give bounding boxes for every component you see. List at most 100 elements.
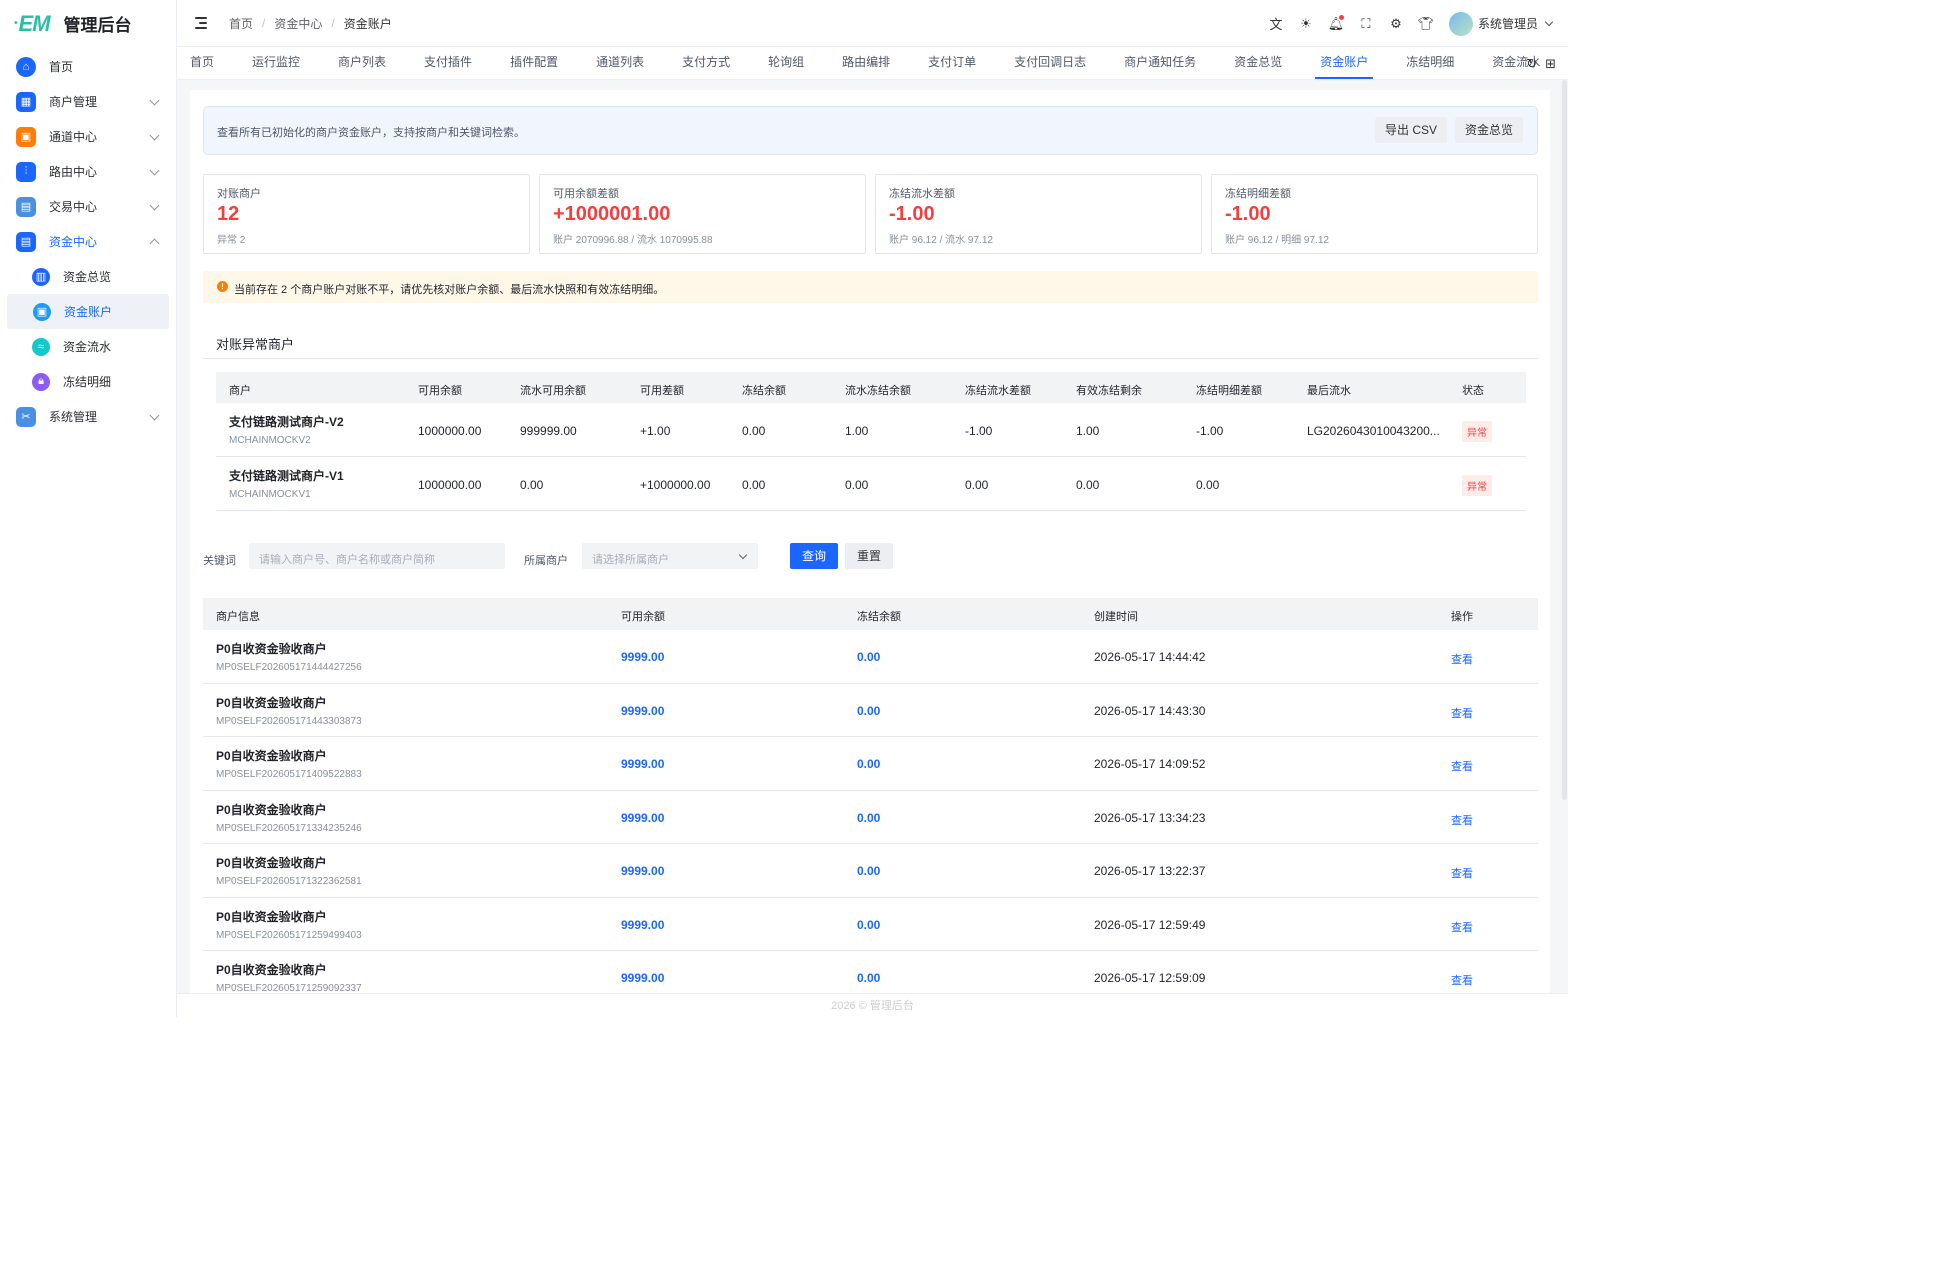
sidebar-item-fund[interactable]: ▤ 资金中心 <box>0 224 176 259</box>
column-header: 流水可用余额 <box>520 385 586 397</box>
sidebar-item-trade[interactable]: ▤ 交易中心 <box>0 189 176 224</box>
stat-sub: 账户 2070996.88 / 流水 1070995.88 <box>553 235 713 246</box>
fullscreen-icon[interactable]: ⛶ <box>1351 9 1381 39</box>
warning-text: 当前存在 2 个商户账户对账不平，请优先核对账户余额、最后流水快照和有效冻结明细… <box>234 284 665 296</box>
vertical-scrollbar[interactable] <box>1562 80 1567 800</box>
table-row: P0自收资金验收商户 MP0SELF202605171259499403 999… <box>203 898 1538 951</box>
stat-label: 冻结明细差额 <box>1225 188 1291 200</box>
breadcrumb: 首页 / 资金中心 / 资金账户 <box>229 15 392 32</box>
tab-notify-task[interactable]: 商户通知任务 <box>1124 46 1196 79</box>
cell: 0.00 <box>845 478 869 492</box>
sidebar-item-route[interactable]: ⫶ 路由中心 <box>0 154 176 189</box>
query-button[interactable]: 查询 <box>790 543 838 569</box>
keyword-label: 关键词 <box>203 555 236 567</box>
cell: 1000000.00 <box>418 478 482 492</box>
view-link[interactable]: 查看 <box>1451 758 1473 774</box>
user-name[interactable]: 系统管理员 <box>1478 15 1538 32</box>
account-icon: ▣ <box>33 302 51 321</box>
content-card: 查看所有已初始化的商户资金账户，支持按商户和关键词检索。 导出 CSV 资金总览… <box>190 90 1550 993</box>
column-header: 操作 <box>1451 611 1473 623</box>
chevron-up-icon <box>149 238 160 249</box>
tab-pay-plugin[interactable]: 支付插件 <box>424 46 472 79</box>
tab-channel-list[interactable]: 通道列表 <box>596 46 644 79</box>
merchant-name: P0自收资金验收商户 <box>216 856 327 870</box>
merchant-code: MCHAINMOCKV1 <box>229 489 311 500</box>
stat-sub: 异常 2 <box>217 235 246 246</box>
reset-button[interactable]: 重置 <box>845 543 893 569</box>
created-time: 2026-05-17 14:09:52 <box>1094 757 1206 771</box>
tab-callback-log[interactable]: 支付回调日志 <box>1014 46 1086 79</box>
sidebar-item-merchant[interactable]: ▦ 商户管理 <box>0 84 176 119</box>
sidebar-item-system[interactable]: ✂ 系统管理 <box>0 399 176 434</box>
sidebar-item-channel[interactable]: ▣ 通道中心 <box>0 119 176 154</box>
view-link[interactable]: 查看 <box>1451 651 1473 667</box>
view-link[interactable]: 查看 <box>1451 865 1473 881</box>
view-link[interactable]: 查看 <box>1451 812 1473 828</box>
bell-icon[interactable]: 🔔︎ <box>1321 9 1351 39</box>
breadcrumb-item[interactable]: 资金中心 <box>274 15 322 32</box>
tab-fund-account[interactable]: 资金账户 <box>1315 46 1374 79</box>
stat-card-available-diff: 可用余额差额 +1000001.00 账户 2070996.88 / 流水 10… <box>539 174 866 254</box>
chevron-down-icon <box>738 550 748 560</box>
sidebar-item-home[interactable]: ⌂ 首页 <box>0 49 176 84</box>
stat-value: 12 <box>217 203 240 225</box>
overview-icon: ▥ <box>32 267 50 286</box>
view-link[interactable]: 查看 <box>1451 972 1473 988</box>
tab-pay-method[interactable]: 支付方式 <box>682 46 730 79</box>
stat-label: 冻结流水差额 <box>889 188 955 200</box>
cell: 1000000.00 <box>418 424 482 438</box>
main-content: 查看所有已初始化的商户资金账户，支持按商户和关键词检索。 导出 CSV 资金总览… <box>177 80 1568 993</box>
tab-monitor[interactable]: 运行监控 <box>252 46 300 79</box>
merchant-name: P0自收资金验收商户 <box>216 909 327 924</box>
sidebar-item-fund-frozen[interactable]: 🔒︎ 冻结明细 <box>0 364 176 399</box>
gear-icon[interactable]: ⚙ <box>1381 9 1411 39</box>
sidebar-item-fund-overview[interactable]: ▥ 资金总览 <box>0 259 176 294</box>
sidebar-item-fund-flow[interactable]: ≈ 资金流水 <box>0 329 176 364</box>
clipboard-icon: ▤ <box>16 196 36 217</box>
fund-overview-button[interactable]: 资金总览 <box>1455 117 1523 143</box>
document-icon: ▤ <box>16 231 36 252</box>
translate-icon[interactable]: 文 <box>1261 9 1291 39</box>
frozen-balance: 0.00 <box>857 757 881 771</box>
merchant-select[interactable]: 请选择所属商户 <box>582 543 758 569</box>
sidebar: • EM 管理后台 ⌂ 首页 ▦ 商户管理 ▣ 通道中心 ⫶ 路由中心 ▤ 交易… <box>0 0 177 1017</box>
home-icon: ⌂ <box>16 56 36 77</box>
refresh-icon[interactable]: ↻ <box>1526 56 1537 72</box>
theme-sun-icon[interactable]: ☀ <box>1291 9 1321 39</box>
sidebar-item-fund-account[interactable]: ▣ 资金账户 <box>7 294 169 329</box>
available-balance: 9999.00 <box>621 650 665 664</box>
created-time: 2026-05-17 12:59:49 <box>1094 917 1206 932</box>
avatar[interactable] <box>1448 11 1473 36</box>
cell: -1.00 <box>965 424 993 438</box>
sidebar-item-label: 首页 <box>49 60 74 74</box>
view-link[interactable]: 查看 <box>1451 919 1473 935</box>
tab-plugin-config[interactable]: 插件配置 <box>510 46 558 79</box>
view-link[interactable]: 查看 <box>1451 705 1473 721</box>
logo[interactable]: • EM 管理后台 <box>0 0 176 47</box>
menu-fold-icon[interactable] <box>195 17 209 29</box>
merchant-code: MP0SELF202605171444427256 <box>216 662 362 673</box>
stat-value: +1000001.00 <box>553 203 671 225</box>
tab-pay-order[interactable]: 支付订单 <box>928 46 976 79</box>
grid-layout-icon[interactable]: ⊞ <box>1545 56 1556 72</box>
tab-frozen-detail[interactable]: 冻结明细 <box>1406 46 1454 79</box>
column-header: 状态 <box>1462 385 1484 397</box>
channel-icon: ▣ <box>16 126 36 147</box>
column-header: 可用余额 <box>418 385 462 397</box>
tab-home[interactable]: 首页 <box>190 46 214 79</box>
stat-value: -1.00 <box>1225 203 1271 225</box>
tab-poll-group[interactable]: 轮询组 <box>768 46 804 79</box>
tab-route-arrange[interactable]: 路由编排 <box>842 46 890 79</box>
column-header: 商户信息 <box>216 611 260 623</box>
table-header: 商户信息 可用余额 冻结余额 创建时间 操作 <box>203 598 1538 630</box>
merchant-name: P0自收资金验收商户 <box>216 802 327 817</box>
tab-merchant-list[interactable]: 商户列表 <box>338 46 386 79</box>
breadcrumb-item[interactable]: 首页 <box>229 15 253 32</box>
shirt-icon[interactable]: 👕︎ <box>1411 9 1441 39</box>
keyword-input[interactable]: 请输入商户号、商户名称或商户简称 <box>249 543 505 569</box>
column-header: 冻结余额 <box>857 611 901 623</box>
chevron-down-icon[interactable] <box>1544 17 1554 27</box>
tab-fund-overview[interactable]: 资金总览 <box>1234 46 1282 79</box>
merchant-code: MP0SELF202605171322362581 <box>216 876 362 887</box>
export-csv-button[interactable]: 导出 CSV <box>1375 117 1447 143</box>
